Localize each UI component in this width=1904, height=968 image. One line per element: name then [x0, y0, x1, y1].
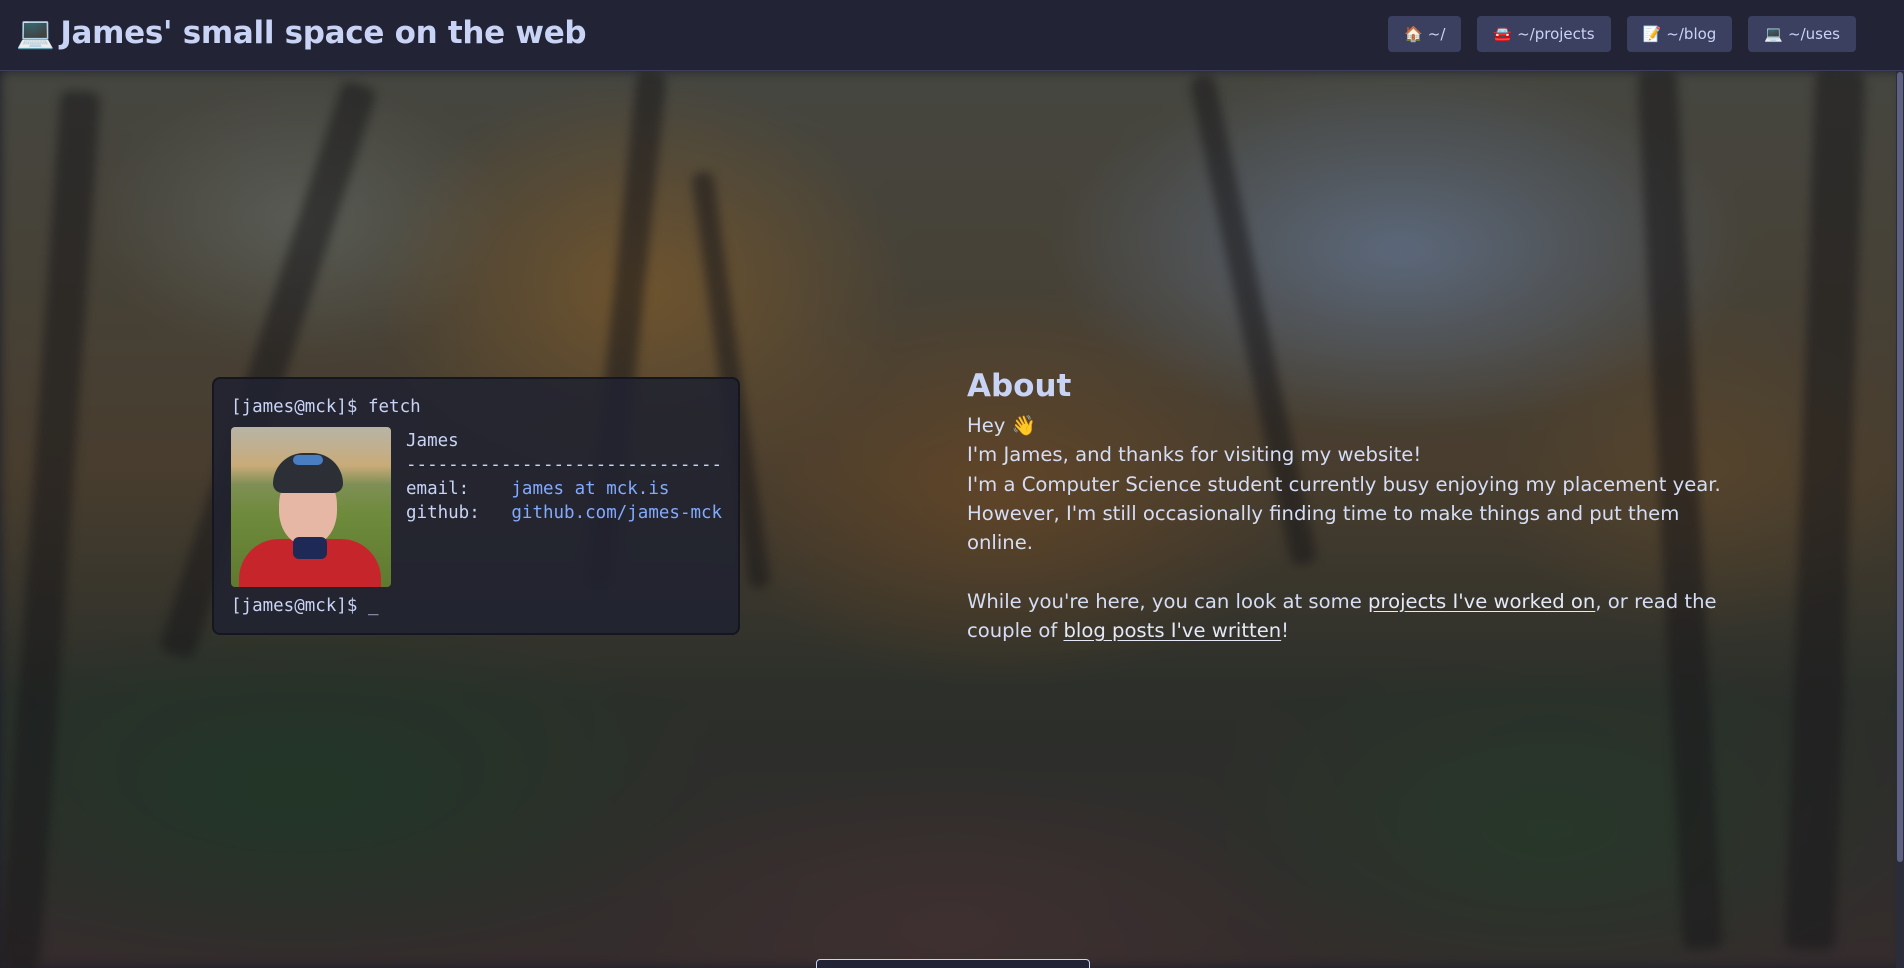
blog-link[interactable]: blog posts I've written: [1063, 619, 1281, 642]
projects-link[interactable]: projects I've worked on: [1368, 590, 1595, 613]
about-hey: Hey 👋: [967, 414, 1037, 437]
page: 💻 James' small space on the web 🏠 ~/ 🚘 ~/…: [0, 0, 1904, 968]
nav-home-button[interactable]: 🏠 ~/: [1388, 16, 1462, 52]
laptop-icon: 💻: [16, 15, 55, 51]
bottom-button[interactable]: [816, 959, 1090, 968]
laptop-icon: 💻: [1764, 25, 1783, 43]
fetch-info: James ------------------------------ ema…: [406, 429, 722, 525]
github-label: github:: [406, 503, 480, 523]
car-icon: 🚘: [1493, 25, 1513, 43]
site-header: 💻 James' small space on the web 🏠 ~/ 🚘 ~/…: [0, 0, 1904, 71]
nav-projects-label: ~/projects: [1517, 25, 1595, 43]
about-links-paragraph: While you're here, you can look at some …: [967, 587, 1727, 646]
about-section: About Hey 👋 I'm James, and thanks for vi…: [967, 363, 1727, 645]
nav-projects-button[interactable]: 🚘 ~/projects: [1477, 16, 1611, 52]
email-label: email:: [406, 479, 470, 499]
about-line2: I'm a Computer Science student currently…: [967, 472, 1721, 555]
site-title-text: James' small space on the web: [60, 15, 587, 51]
nav-blog-label: ~/blog: [1666, 25, 1717, 43]
terminal-card: [james@mck]$ fetch James ---------------…: [212, 377, 740, 635]
fetch-name: James: [406, 431, 459, 451]
house-icon: 🏠: [1404, 25, 1423, 43]
nav-uses-label: ~/uses: [1788, 25, 1840, 43]
github-link[interactable]: github.com/james-mck: [511, 503, 722, 523]
about-line1: I'm James, and thanks for visiting my we…: [967, 443, 1422, 467]
nav-home-label: ~/: [1427, 25, 1446, 43]
site-title[interactable]: 💻 James' small space on the web: [16, 14, 587, 51]
terminal-prompt-line: [james@mck]$ _: [231, 596, 379, 616]
fetch-divider: ------------------------------: [406, 455, 723, 475]
email-link[interactable]: james at mck.is: [511, 479, 669, 499]
about-links-text-1: While you're here, you can look at some: [967, 589, 1369, 613]
main-nav: 🏠 ~/ 🚘 ~/projects 📝 ~/blog 💻 ~/uses: [1388, 16, 1856, 52]
scrollbar-thumb[interactable]: [1897, 72, 1903, 862]
about-heading: About: [967, 368, 1072, 404]
terminal-command-line: [james@mck]$ fetch: [231, 397, 421, 417]
avatar-photo: [231, 427, 391, 587]
about-links-text-3: !: [1281, 619, 1290, 643]
nav-uses-button[interactable]: 💻 ~/uses: [1748, 16, 1856, 52]
memo-icon: 📝: [1642, 25, 1662, 43]
nav-blog-button[interactable]: 📝 ~/blog: [1626, 16, 1733, 52]
